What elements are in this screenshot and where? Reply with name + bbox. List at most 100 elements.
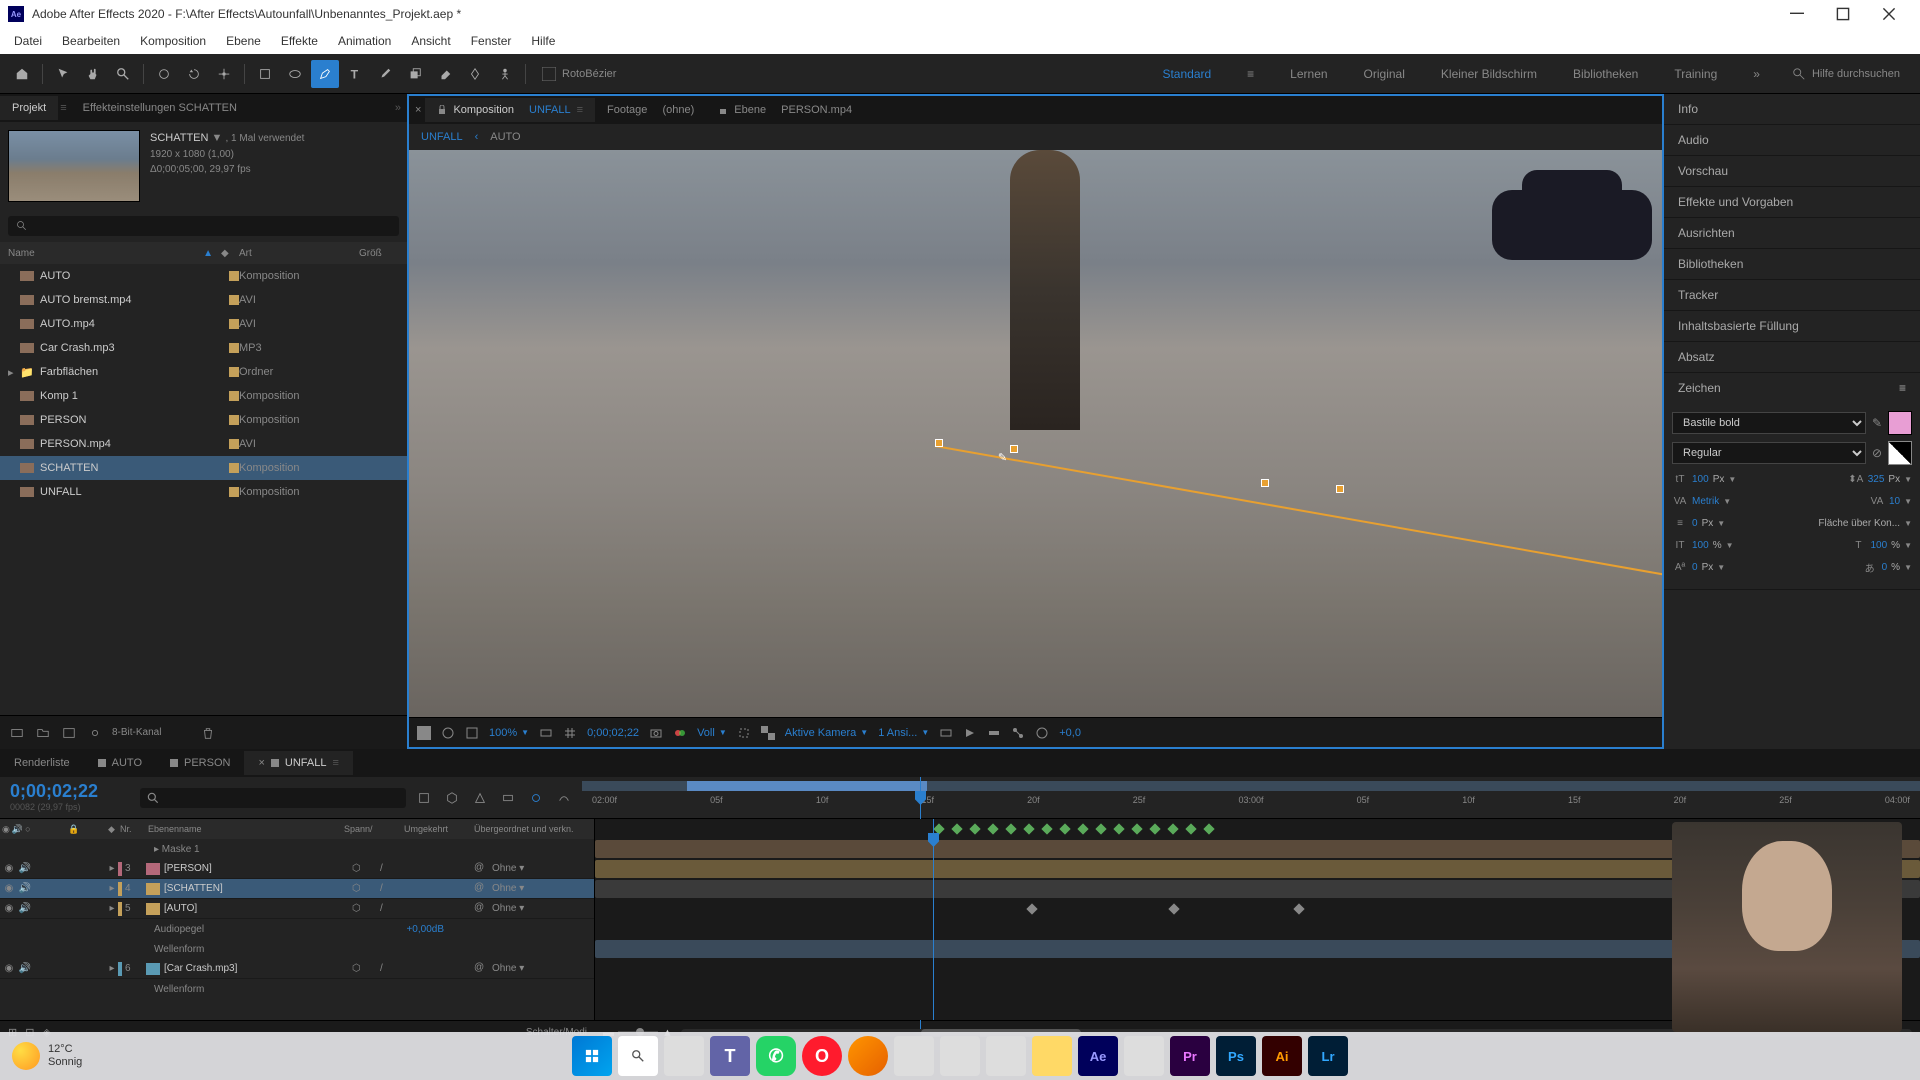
stroke-width-value[interactable]: 0 <box>1692 518 1698 529</box>
font-style-select[interactable]: Regular <box>1672 442 1866 464</box>
keyframe[interactable] <box>1203 823 1214 834</box>
taskbar-explorer[interactable] <box>1032 1036 1072 1076</box>
roi-icon[interactable] <box>737 726 751 740</box>
eye-column-icon[interactable]: ◉ <box>2 824 10 835</box>
parent-dropdown[interactable]: Ohne ▾ <box>492 903 524 914</box>
layer-twirl[interactable]: ▸ <box>106 863 118 874</box>
layer-label-color[interactable] <box>118 962 122 976</box>
keyframe[interactable] <box>1059 823 1070 834</box>
solo-column-icon[interactable]: ○ <box>25 824 30 835</box>
timeline-search[interactable] <box>140 788 406 808</box>
motion-blur-icon[interactable] <box>526 788 546 808</box>
label-color[interactable] <box>229 415 239 425</box>
layer-label-color[interactable] <box>118 862 122 876</box>
hide-shy-icon[interactable] <box>470 788 490 808</box>
keyframe[interactable] <box>1167 823 1178 834</box>
project-item[interactable]: UNFALLKomposition <box>0 480 407 504</box>
rotobezier-checkbox[interactable]: RotoBézier <box>542 67 616 81</box>
pixel-aspect-icon[interactable] <box>939 726 953 740</box>
font-family-select[interactable]: Bastile bold <box>1672 412 1866 434</box>
composition-viewer[interactable]: ✎ <box>409 150 1662 717</box>
kerning-value[interactable]: Metrik <box>1692 496 1719 507</box>
taskbar-teams[interactable]: T <box>710 1036 750 1076</box>
keyframe[interactable] <box>1113 823 1124 834</box>
label-color[interactable] <box>229 463 239 473</box>
timeline-property-row[interactable]: Wellenform <box>0 939 594 959</box>
keyframe[interactable] <box>987 823 998 834</box>
keyframe[interactable] <box>1095 823 1106 834</box>
label-color[interactable] <box>229 367 239 377</box>
timeline-ruler[interactable]: 02:00f05f10f15f20f25f03:00f05f10f15f20f2… <box>582 777 1920 818</box>
minimize-button[interactable] <box>1774 0 1820 28</box>
fx-switch[interactable] <box>394 863 406 875</box>
fast-preview-icon[interactable] <box>963 726 977 740</box>
project-settings-icon[interactable] <box>86 724 104 742</box>
roto-tool[interactable] <box>461 60 489 88</box>
project-tab[interactable]: Projekt <box>0 96 58 120</box>
keyframe[interactable] <box>1293 903 1304 914</box>
project-item[interactable]: PERSON.mp4AVI <box>0 432 407 456</box>
comp-flowchart-icon[interactable] <box>414 788 434 808</box>
close-button[interactable] <box>1866 0 1912 28</box>
visibility-toggle[interactable]: ◉ <box>2 882 16 896</box>
mask-vertex[interactable] <box>935 439 943 447</box>
taskbar-app[interactable] <box>894 1036 934 1076</box>
menu-datei[interactable]: Datei <box>4 30 52 52</box>
collapse-switch[interactable] <box>366 903 378 915</box>
audio-column-icon[interactable]: 🔊 <box>12 824 23 835</box>
menu-fenster[interactable]: Fenster <box>461 30 522 52</box>
timeline-timecode[interactable]: 0;00;02;22 00082 (29,97 fps) <box>0 777 132 818</box>
taskbar-app[interactable] <box>940 1036 980 1076</box>
taskbar-lightroom[interactable]: Lr <box>1308 1036 1348 1076</box>
comp-tab-unfall[interactable]: Komposition UNFALL ≡ <box>425 98 595 122</box>
pickwhip-icon[interactable]: @ <box>474 902 488 916</box>
taskbar-opera[interactable]: O <box>802 1036 842 1076</box>
label-color[interactable] <box>229 271 239 281</box>
puppet-tool[interactable] <box>491 60 519 88</box>
panel-menu-icon[interactable]: ≡ <box>1899 381 1906 395</box>
new-folder-icon[interactable] <box>34 724 52 742</box>
selection-tool[interactable] <box>49 60 77 88</box>
layer-twirl[interactable]: ▸ <box>106 903 118 914</box>
keyframe[interactable] <box>1026 903 1037 914</box>
layer-tab[interactable]: Ebene PERSON.mp4 <box>706 98 864 122</box>
menu-ansicht[interactable]: Ansicht <box>401 30 460 52</box>
label-color[interactable] <box>229 343 239 353</box>
audio-toggle[interactable]: 🔊 <box>18 962 32 976</box>
menu-effekte[interactable]: Effekte <box>271 30 328 52</box>
keyframe[interactable] <box>1023 823 1034 834</box>
ellipse-tool[interactable] <box>281 60 309 88</box>
solo-toggle[interactable] <box>34 902 48 916</box>
chevron-down-icon[interactable]: ▼ <box>212 132 223 144</box>
audio-toggle[interactable]: 🔊 <box>18 862 32 876</box>
mask-vertex[interactable] <box>1336 485 1344 493</box>
hscale-value[interactable]: 100 <box>1870 540 1887 551</box>
panel-bibliotheken[interactable]: Bibliotheken <box>1664 249 1920 280</box>
panel-tracker[interactable]: Tracker <box>1664 280 1920 311</box>
quality-switch[interactable]: / <box>380 903 392 915</box>
project-item[interactable]: Komp 1Komposition <box>0 384 407 408</box>
collapse-switch[interactable] <box>366 963 378 975</box>
workspace-standard[interactable]: Standard <box>1144 61 1229 87</box>
transparency-grid-icon[interactable] <box>761 726 775 740</box>
timeline-property-row[interactable]: ▸ Maske 1 <box>0 839 594 859</box>
shy-switch[interactable]: ⬡ <box>352 883 364 895</box>
solo-toggle[interactable] <box>34 862 48 876</box>
taskbar-after-effects[interactable]: Ae <box>1078 1036 1118 1076</box>
timeline-property-row[interactable]: Audiopegel+0,00dB <box>0 919 594 939</box>
visibility-toggle[interactable]: ◉ <box>2 862 16 876</box>
tab-auto[interactable]: AUTO <box>84 751 156 775</box>
layer-name[interactable]: SCHATTEN <box>164 883 344 894</box>
frame-blend-icon[interactable] <box>498 788 518 808</box>
keyframe[interactable] <box>1168 903 1179 914</box>
pickwhip-icon[interactable]: @ <box>474 862 488 876</box>
mask-vertex[interactable] <box>1010 445 1018 453</box>
maximize-button[interactable] <box>1820 0 1866 28</box>
vscale-value[interactable]: 100 <box>1692 540 1709 551</box>
panel-audio[interactable]: Audio <box>1664 125 1920 156</box>
keyframe[interactable] <box>1005 823 1016 834</box>
workspace-overflow[interactable]: » <box>1735 61 1778 87</box>
viewer-canvas[interactable]: ✎ <box>409 150 1662 717</box>
channel-icon[interactable] <box>441 726 455 740</box>
panel-inhaltsbasierte[interactable]: Inhaltsbasierte Füllung <box>1664 311 1920 342</box>
